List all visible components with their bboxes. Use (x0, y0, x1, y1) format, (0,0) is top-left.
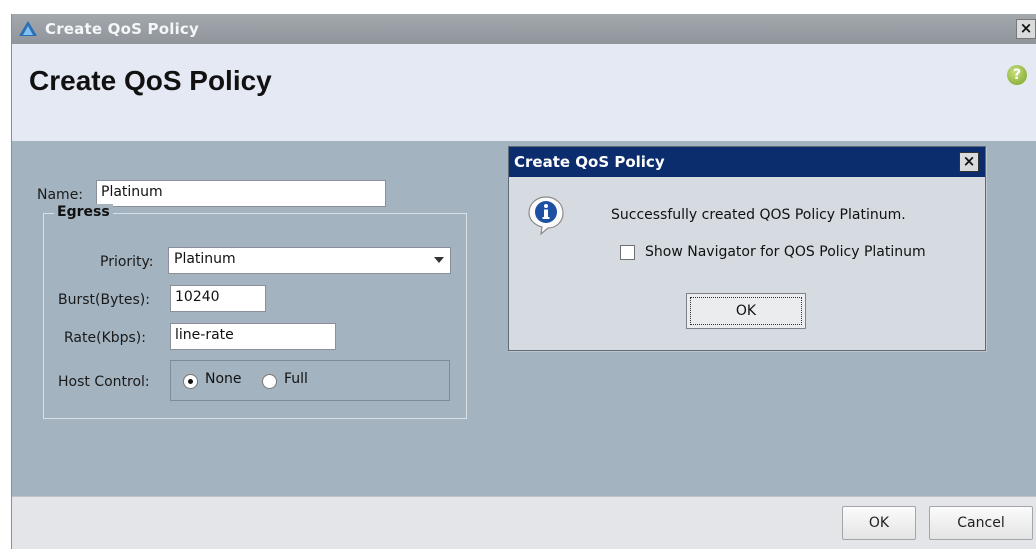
burst-input[interactable]: 10240 (170, 285, 266, 312)
dialog-footer: OK Cancel (12, 496, 1036, 549)
priority-value: Platinum (174, 251, 236, 267)
host-control-group: None Full (170, 360, 450, 401)
dialog-header: Create QoS Policy ? (12, 44, 1036, 141)
cisco-ucs-icon (19, 21, 37, 36)
show-navigator-checkbox[interactable] (620, 245, 635, 260)
rate-label: Rate(Kbps): (64, 330, 146, 346)
message-ok-button[interactable]: OK (686, 293, 806, 329)
host-none-label[interactable]: None (205, 371, 242, 387)
show-navigator-label[interactable]: Show Navigator for QOS Policy Platinum (645, 244, 926, 260)
priority-select[interactable]: Platinum (168, 247, 451, 274)
info-icon (528, 196, 564, 235)
host-full-label[interactable]: Full (284, 371, 308, 387)
help-icon[interactable]: ? (1007, 65, 1027, 85)
name-input[interactable]: Platinum (96, 180, 386, 207)
window-titlebar[interactable]: Create QoS Policy × (12, 14, 1036, 44)
window-close-button[interactable]: × (1016, 19, 1036, 39)
host-none-radio[interactable] (183, 374, 198, 389)
cancel-button[interactable]: Cancel (929, 506, 1033, 540)
host-control-label: Host Control: (58, 374, 150, 390)
name-label: Name: (37, 187, 84, 203)
message-text: Successfully created QOS Policy Platinum… (611, 207, 906, 223)
chevron-down-icon[interactable] (434, 257, 444, 263)
priority-label: Priority: (100, 254, 154, 270)
egress-group: Egress Priority: Platinum Burst(Bytes): … (43, 204, 467, 419)
message-dialog: Create QoS Policy × Successfully created… (508, 146, 986, 351)
host-full-radio[interactable] (262, 374, 277, 389)
message-dialog-close-button[interactable]: × (959, 152, 979, 172)
message-dialog-title: Create QoS Policy (514, 153, 665, 171)
ok-button[interactable]: OK (842, 506, 916, 540)
page-title: Create QoS Policy (29, 65, 272, 96)
message-dialog-titlebar[interactable]: Create QoS Policy (509, 147, 985, 177)
window-title: Create QoS Policy (45, 20, 200, 38)
rate-input[interactable]: line-rate (170, 323, 336, 350)
egress-legend: Egress (54, 204, 113, 220)
burst-label: Burst(Bytes): (58, 292, 150, 308)
